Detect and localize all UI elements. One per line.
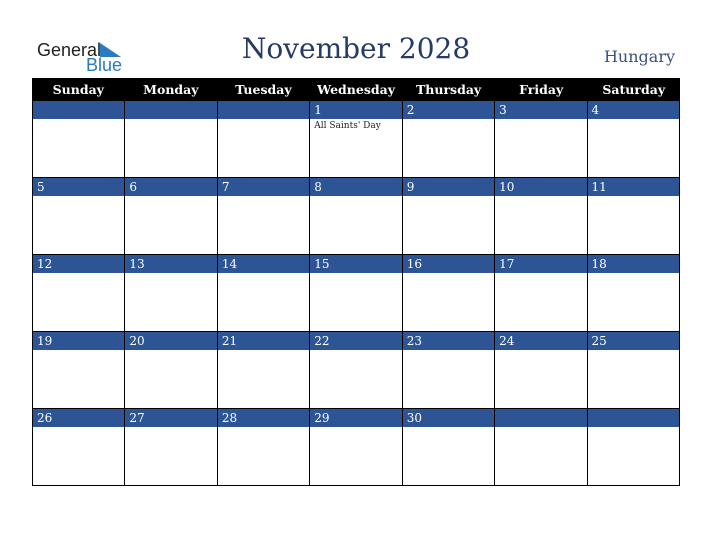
day-cell: 27	[124, 409, 217, 486]
day-number: 14	[217, 255, 310, 273]
weekday-label: Tuesday	[235, 82, 292, 97]
day-number: 21	[217, 332, 310, 350]
day-cell: 10	[494, 178, 587, 255]
day-cell: 17	[494, 255, 587, 332]
day-number: 26	[33, 409, 125, 427]
calendar-grid: Sunday Monday Tuesday Wednesday Thursday…	[32, 78, 680, 486]
day-number: 18	[587, 255, 679, 273]
day-cell: 26	[32, 409, 125, 486]
day-cell: 2	[401, 101, 495, 178]
day-cell: 5	[32, 178, 125, 255]
weekday-label: Monday	[143, 82, 199, 97]
day-number: 9	[402, 178, 495, 196]
weekday-label: Thursday	[415, 82, 482, 97]
day-number: 2	[402, 101, 495, 119]
weeks-container: 1 All Saints' Day 2 3 4 5 6 7 8 9 10 11 12 13 14 15 16 17…	[32, 101, 680, 486]
day-cell	[586, 409, 680, 486]
day-cell: 19	[32, 332, 125, 409]
day-number: 25	[587, 332, 679, 350]
day-cell: 20	[124, 332, 217, 409]
day-number	[587, 409, 679, 427]
day-number: 15	[310, 255, 402, 273]
day-number: 3	[495, 101, 587, 119]
day-cell: 15	[309, 255, 402, 332]
day-number: 11	[587, 178, 679, 196]
day-number: 17	[495, 255, 587, 273]
day-cell: 29	[309, 409, 402, 486]
day-cell	[124, 101, 217, 178]
weekday-label: Saturday	[602, 82, 666, 97]
day-cell	[32, 101, 125, 178]
week-row: 26 27 28 29 30	[32, 409, 680, 486]
day-number	[217, 101, 310, 119]
day-number: 1	[310, 101, 402, 119]
day-cell: 7	[216, 178, 310, 255]
day-number: 6	[125, 178, 217, 196]
day-cell: 24	[494, 332, 587, 409]
day-cell: 6	[124, 178, 217, 255]
weekday-label: Sunday	[52, 82, 104, 97]
day-number: 23	[402, 332, 495, 350]
day-cell: 16	[401, 255, 495, 332]
weekday-label: Wednesday	[317, 82, 395, 97]
week-row: 1 All Saints' Day 2 3 4	[32, 101, 680, 178]
country-label: Hungary	[603, 47, 675, 66]
holiday-label: All Saints' Day	[314, 121, 381, 131]
day-number: 27	[125, 409, 217, 427]
day-cell: 14	[216, 255, 310, 332]
day-number: 5	[33, 178, 125, 196]
week-row: 12 13 14 15 16 17 18	[32, 255, 680, 332]
day-cell	[494, 409, 587, 486]
weekday-label: Friday	[519, 82, 564, 97]
day-number: 8	[310, 178, 402, 196]
day-number: 12	[33, 255, 125, 273]
day-cell: 23	[401, 332, 495, 409]
day-number: 19	[33, 332, 125, 350]
day-number: 16	[402, 255, 495, 273]
day-cell: 11	[586, 178, 680, 255]
day-number: 28	[217, 409, 310, 427]
day-cell	[216, 101, 310, 178]
day-number: 10	[495, 178, 587, 196]
day-cell: 30	[401, 409, 495, 486]
weekday-header: Sunday Monday Tuesday Wednesday Thursday…	[32, 78, 680, 101]
day-number: 30	[402, 409, 495, 427]
day-number	[33, 101, 125, 119]
day-cell: 9	[401, 178, 495, 255]
day-cell: 12	[32, 255, 125, 332]
day-number	[125, 101, 217, 119]
day-cell: 28	[216, 409, 310, 486]
day-cell: 21	[216, 332, 310, 409]
week-row: 19 20 21 22 23 24 25	[32, 332, 680, 409]
day-cell: 25	[586, 332, 680, 409]
day-number: 29	[310, 409, 402, 427]
day-cell: 3	[494, 101, 587, 178]
day-number: 4	[587, 101, 679, 119]
day-cell: 1 All Saints' Day	[309, 101, 402, 178]
day-number: 22	[310, 332, 402, 350]
day-cell: 18	[586, 255, 680, 332]
day-number	[495, 409, 587, 427]
day-cell: 8	[309, 178, 402, 255]
day-number: 24	[495, 332, 587, 350]
day-cell: 4	[586, 101, 680, 178]
day-number: 7	[217, 178, 310, 196]
week-row: 5 6 7 8 9 10 11	[32, 178, 680, 255]
day-cell: 13	[124, 255, 217, 332]
day-number: 20	[125, 332, 217, 350]
day-cell: 22	[309, 332, 402, 409]
day-number: 13	[125, 255, 217, 273]
